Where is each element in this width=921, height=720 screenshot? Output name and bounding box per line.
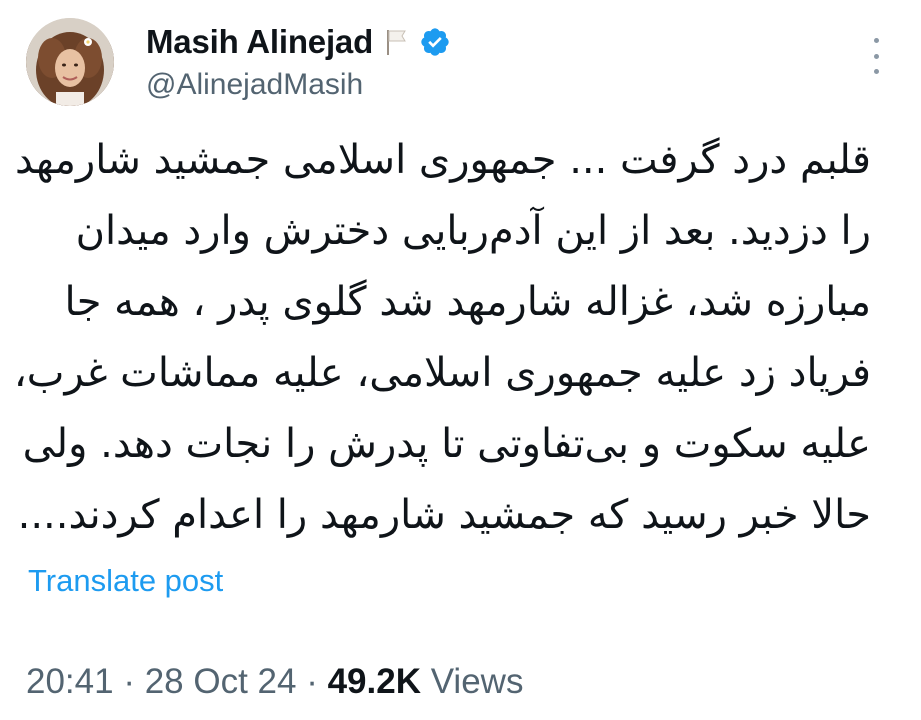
more-dot [873,38,879,43]
tweet-text-line: حالا خبر رسید که جمشید شارمهد را اعدام ک… [17,492,871,538]
post-time[interactable]: 20:41 [26,662,114,701]
meta-separator: · [296,662,328,701]
views-label: Views [420,662,524,701]
tweet-text-line: فریاد زد علیه جمهوری اسلامی، علیه مماشات… [13,350,871,396]
translate-post-link[interactable]: Translate post [28,563,223,599]
tweet-text: قلبم درد گرفت ... جمهوری اسلامی جمشید شا… [13,125,871,551]
tweet-meta: 20:41 · 28 Oct 24 · 49.2K Views [26,662,523,702]
more-dot [873,53,879,59]
more-dot [873,69,879,74]
tweet-text-line: قلبم درد گرفت ... جمهوری اسلامی جمشید شا… [15,137,871,183]
more-options-icon[interactable] [866,38,886,74]
tweet-text-line: را دزدید. بعد از این آدم‌ربایی دخترش وار… [75,208,871,254]
avatar-image [26,18,114,106]
name-row: Masih Alinejad [146,20,451,64]
author-header: Masih Alinejad @AlinejadMasih [146,20,451,102]
white-flag-icon [383,27,409,57]
display-name[interactable]: Masih Alinejad [146,23,373,61]
post-date[interactable]: 28 Oct 24 [145,662,297,701]
views-count[interactable]: 49.2K [328,662,421,701]
tweet-card: Masih Alinejad @AlinejadMasih قلبم درد گ… [0,0,921,720]
meta-separator: · [113,662,145,701]
verified-badge-icon[interactable] [419,26,451,58]
avatar[interactable] [26,18,114,106]
tweet-text-line: مبارزه شد، غزاله شارمهد شد گلوی پدر ، هم… [64,279,871,325]
tweet-text-line: علیه سکوت و بی‌تفاوتی تا پدرش را نجات ده… [22,421,871,467]
user-handle[interactable]: @AlinejadMasih [146,68,451,102]
